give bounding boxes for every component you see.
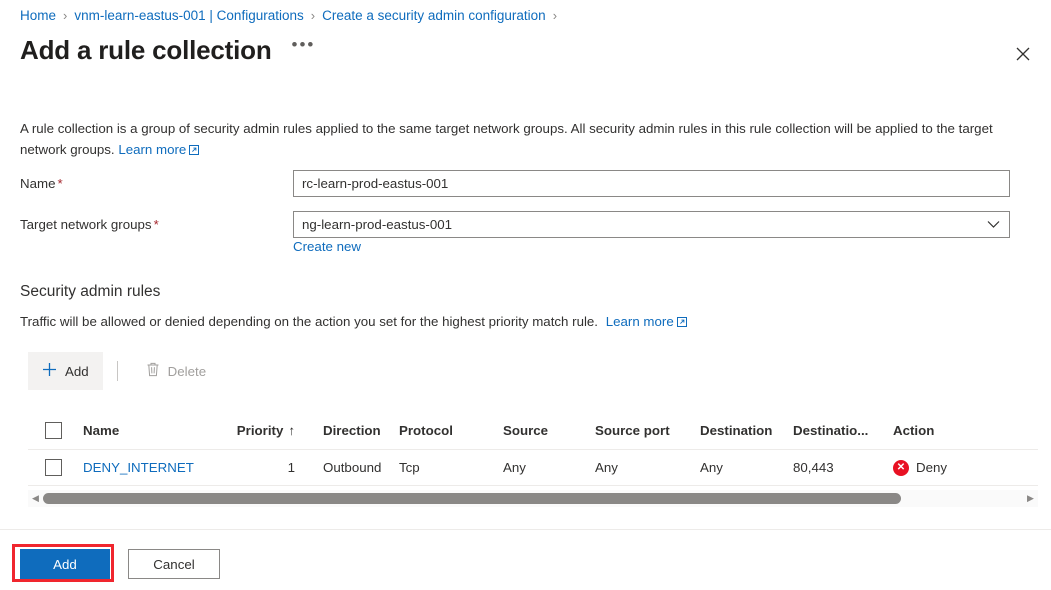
cell-protocol: Tcp <box>399 460 420 475</box>
breadcrumb-item-home[interactable]: Home <box>20 7 56 25</box>
target-network-groups-label: Target network groups * <box>20 217 293 232</box>
rules-learn-more-link[interactable]: Learn more <box>606 314 687 329</box>
security-admin-rules-table: Name Priority ↑ Direction Protocol Source… <box>28 412 1038 486</box>
action-badge: ✕ Deny <box>893 459 993 476</box>
name-input[interactable] <box>293 170 1010 197</box>
delete-rule-button-label: Delete <box>167 363 207 379</box>
security-admin-rules-heading: Security admin rules <box>20 283 161 300</box>
cell-action: ✕ Deny <box>893 459 993 476</box>
row-checkbox-cell <box>28 459 83 476</box>
column-header-protocol[interactable]: Protocol <box>399 423 503 438</box>
column-header-source-port[interactable]: Source port <box>595 423 700 438</box>
cell-direction: Outbound <box>323 460 382 475</box>
name-field-label: Name * <box>20 176 293 191</box>
sort-ascending-icon: ↑ <box>288 423 295 438</box>
scrollbar-track[interactable] <box>43 490 1023 507</box>
rules-command-bar: Add Delete <box>28 352 220 390</box>
breadcrumb: Home › vnm-learn-eastus-001 | Configurat… <box>20 7 564 25</box>
cell-destination-port: 80,443 <box>793 460 834 475</box>
column-header-priority-label: Priority <box>236 423 284 438</box>
add-rule-button[interactable]: Add <box>28 352 103 390</box>
column-header-destination[interactable]: Destination <box>700 423 793 438</box>
scrollbar-thumb[interactable] <box>43 493 901 504</box>
more-options-icon[interactable]: ••• <box>292 28 316 62</box>
rule-name-link[interactable]: DENY_INTERNET <box>83 460 194 475</box>
breadcrumb-item-create-security-admin-configuration[interactable]: Create a security admin configuration <box>322 7 546 25</box>
blade-description: A rule collection is a group of security… <box>20 118 1030 161</box>
scroll-left-arrow-icon[interactable]: ◀ <box>28 493 43 504</box>
description-learn-more-link[interactable]: Learn more <box>118 142 200 157</box>
column-header-destination-port[interactable]: Destinatio... <box>793 423 893 438</box>
chevron-down-icon <box>987 216 1000 234</box>
cell-rule-name: DENY_INTERNET <box>83 460 220 475</box>
external-link-icon <box>676 313 687 332</box>
add-button[interactable]: Add <box>20 549 110 579</box>
delete-rule-button[interactable]: Delete <box>132 352 220 390</box>
title-row: Add a rule collection ••• <box>20 33 315 67</box>
cancel-button[interactable]: Cancel <box>128 549 220 579</box>
cell-destination: Any <box>700 460 723 475</box>
learn-more-label: Learn more <box>118 142 187 157</box>
plus-icon <box>42 362 57 380</box>
trash-icon <box>146 362 160 380</box>
column-header-direction[interactable]: Direction <box>295 423 399 438</box>
cell-source: Any <box>503 460 526 475</box>
page-title: Add a rule collection <box>20 35 272 65</box>
scroll-right-arrow-icon[interactable]: ▶ <box>1023 493 1038 504</box>
create-new-network-group-link[interactable]: Create new <box>293 239 361 254</box>
select-all-checkbox[interactable] <box>45 422 62 439</box>
footer-divider <box>0 529 1051 530</box>
row-checkbox[interactable] <box>45 459 62 476</box>
security-admin-rules-description: Traffic will be allowed or denied depend… <box>20 312 687 332</box>
action-label: Deny <box>916 460 948 475</box>
required-marker: * <box>153 217 159 232</box>
breadcrumb-separator-icon: › <box>310 8 316 23</box>
cell-source-port: Any <box>595 460 618 475</box>
target-network-groups-dropdown[interactable]: ng-learn-prod-eastus-001 <box>293 211 1010 238</box>
column-header-name[interactable]: Name <box>83 423 220 438</box>
add-rule-button-label: Add <box>65 363 89 379</box>
breadcrumb-item-configurations[interactable]: vnm-learn-eastus-001 | Configurations <box>74 7 303 25</box>
required-marker: * <box>57 176 63 191</box>
select-all-checkbox-cell <box>28 422 83 439</box>
cell-priority: 1 <box>287 460 295 475</box>
column-header-source[interactable]: Source <box>503 423 595 438</box>
table-header-row: Name Priority ↑ Direction Protocol Source… <box>28 412 1038 450</box>
external-link-icon <box>189 140 200 161</box>
table-horizontal-scrollbar[interactable]: ◀ ▶ <box>28 490 1038 507</box>
security-admin-rules-description-text: Traffic will be allowed or denied depend… <box>20 314 599 329</box>
add-rule-collection-blade: Home › vnm-learn-eastus-001 | Configurat… <box>0 0 1051 590</box>
footer-actions: Add Cancel <box>20 549 220 579</box>
target-network-groups-label-text: Target network groups <box>20 217 152 232</box>
close-icon[interactable] <box>1009 40 1037 68</box>
column-header-priority[interactable]: Priority ↑ <box>220 423 295 438</box>
breadcrumb-separator-icon: › <box>552 8 558 23</box>
target-network-groups-row: Target network groups * ng-learn-prod-eas… <box>20 211 1010 238</box>
column-header-action[interactable]: Action <box>893 423 993 438</box>
learn-more-label: Learn more <box>605 314 674 329</box>
breadcrumb-separator-icon: › <box>63 8 68 23</box>
deny-circle-x-icon: ✕ <box>893 459 909 476</box>
command-bar-divider <box>116 361 118 381</box>
name-label-text: Name <box>20 176 56 191</box>
name-field-row: Name * <box>20 170 1010 197</box>
table-row[interactable]: DENY_INTERNET 1 Outbound Tcp Any Any Any… <box>28 450 1038 486</box>
target-network-groups-value: ng-learn-prod-eastus-001 <box>302 217 453 232</box>
